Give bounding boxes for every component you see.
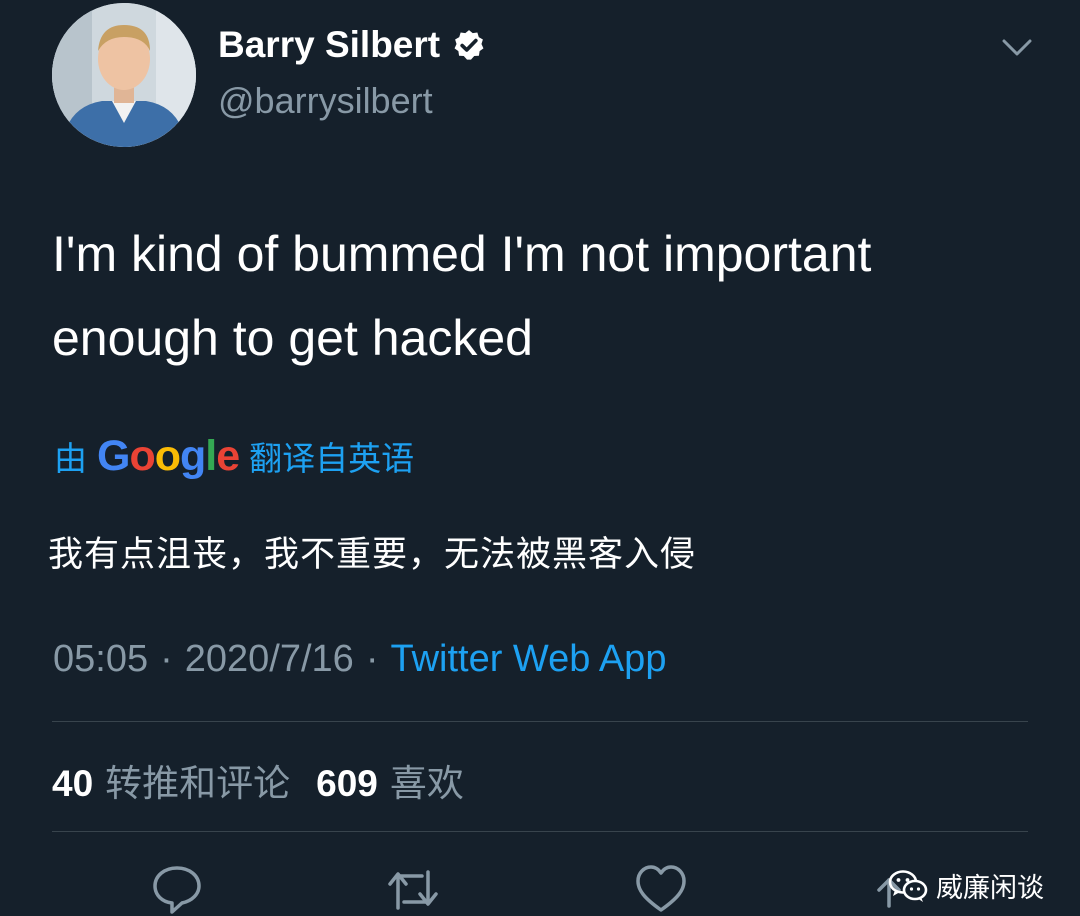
- translated-text: 我有点沮丧，我不重要，无法被黑客入侵: [48, 535, 697, 575]
- tweet-date[interactable]: 2020/7/16: [185, 638, 354, 681]
- google-logo-letter: e: [216, 432, 240, 480]
- tweet-text: I'm kind of bummed I'm not important eno…: [52, 212, 1042, 380]
- retweet-icon[interactable]: [386, 862, 440, 916]
- divider: [52, 721, 1028, 722]
- likes-count[interactable]: 609: [316, 763, 378, 805]
- google-logo-letter: o: [154, 432, 181, 480]
- chevron-down-icon[interactable]: [1000, 32, 1034, 62]
- tweet-stats: 40 转推和评论 609 喜欢: [52, 753, 478, 807]
- google-logo-letter: g: [180, 432, 206, 480]
- avatar[interactable]: [52, 3, 196, 147]
- translation-prefix: 由: [54, 439, 87, 478]
- google-logo-letter: G: [97, 432, 130, 480]
- google-logo-letter: l: [205, 432, 217, 480]
- retweets-count[interactable]: 40: [52, 763, 93, 805]
- meta-separator: ·: [365, 638, 379, 680]
- display-name[interactable]: Barry Silbert: [218, 24, 440, 66]
- watermark-text: 威廉闲谈: [936, 873, 1044, 904]
- profile-photo: [52, 3, 196, 147]
- divider: [52, 831, 1028, 832]
- tweet-text-line: I'm kind of bummed I'm not important: [52, 226, 872, 282]
- google-logo: Google: [97, 432, 240, 481]
- meta-separator: ·: [160, 638, 173, 680]
- author-handle[interactable]: @barrysilbert: [218, 80, 433, 122]
- tweet-source-link[interactable]: Twitter Web App: [390, 638, 666, 681]
- google-logo-letter: o: [129, 432, 155, 480]
- wechat-icon: [888, 869, 928, 902]
- watermark: 威廉闲谈: [888, 866, 1044, 905]
- reply-icon[interactable]: [150, 862, 204, 916]
- tweet-time[interactable]: 05:05: [53, 638, 148, 681]
- verified-badge-icon: [454, 30, 484, 60]
- translation-suffix: 翻译自英语: [249, 439, 415, 478]
- translation-attribution[interactable]: 由 Google 翻译自英语: [54, 432, 414, 481]
- tweet-text-line: enough to get hacked: [52, 310, 533, 366]
- likes-label[interactable]: 喜欢: [390, 753, 464, 807]
- tweet-meta: 05:05 · 2020/7/16 · Twitter Web App: [53, 638, 666, 681]
- retweets-label[interactable]: 转推和评论: [105, 753, 290, 807]
- like-icon[interactable]: [634, 862, 688, 916]
